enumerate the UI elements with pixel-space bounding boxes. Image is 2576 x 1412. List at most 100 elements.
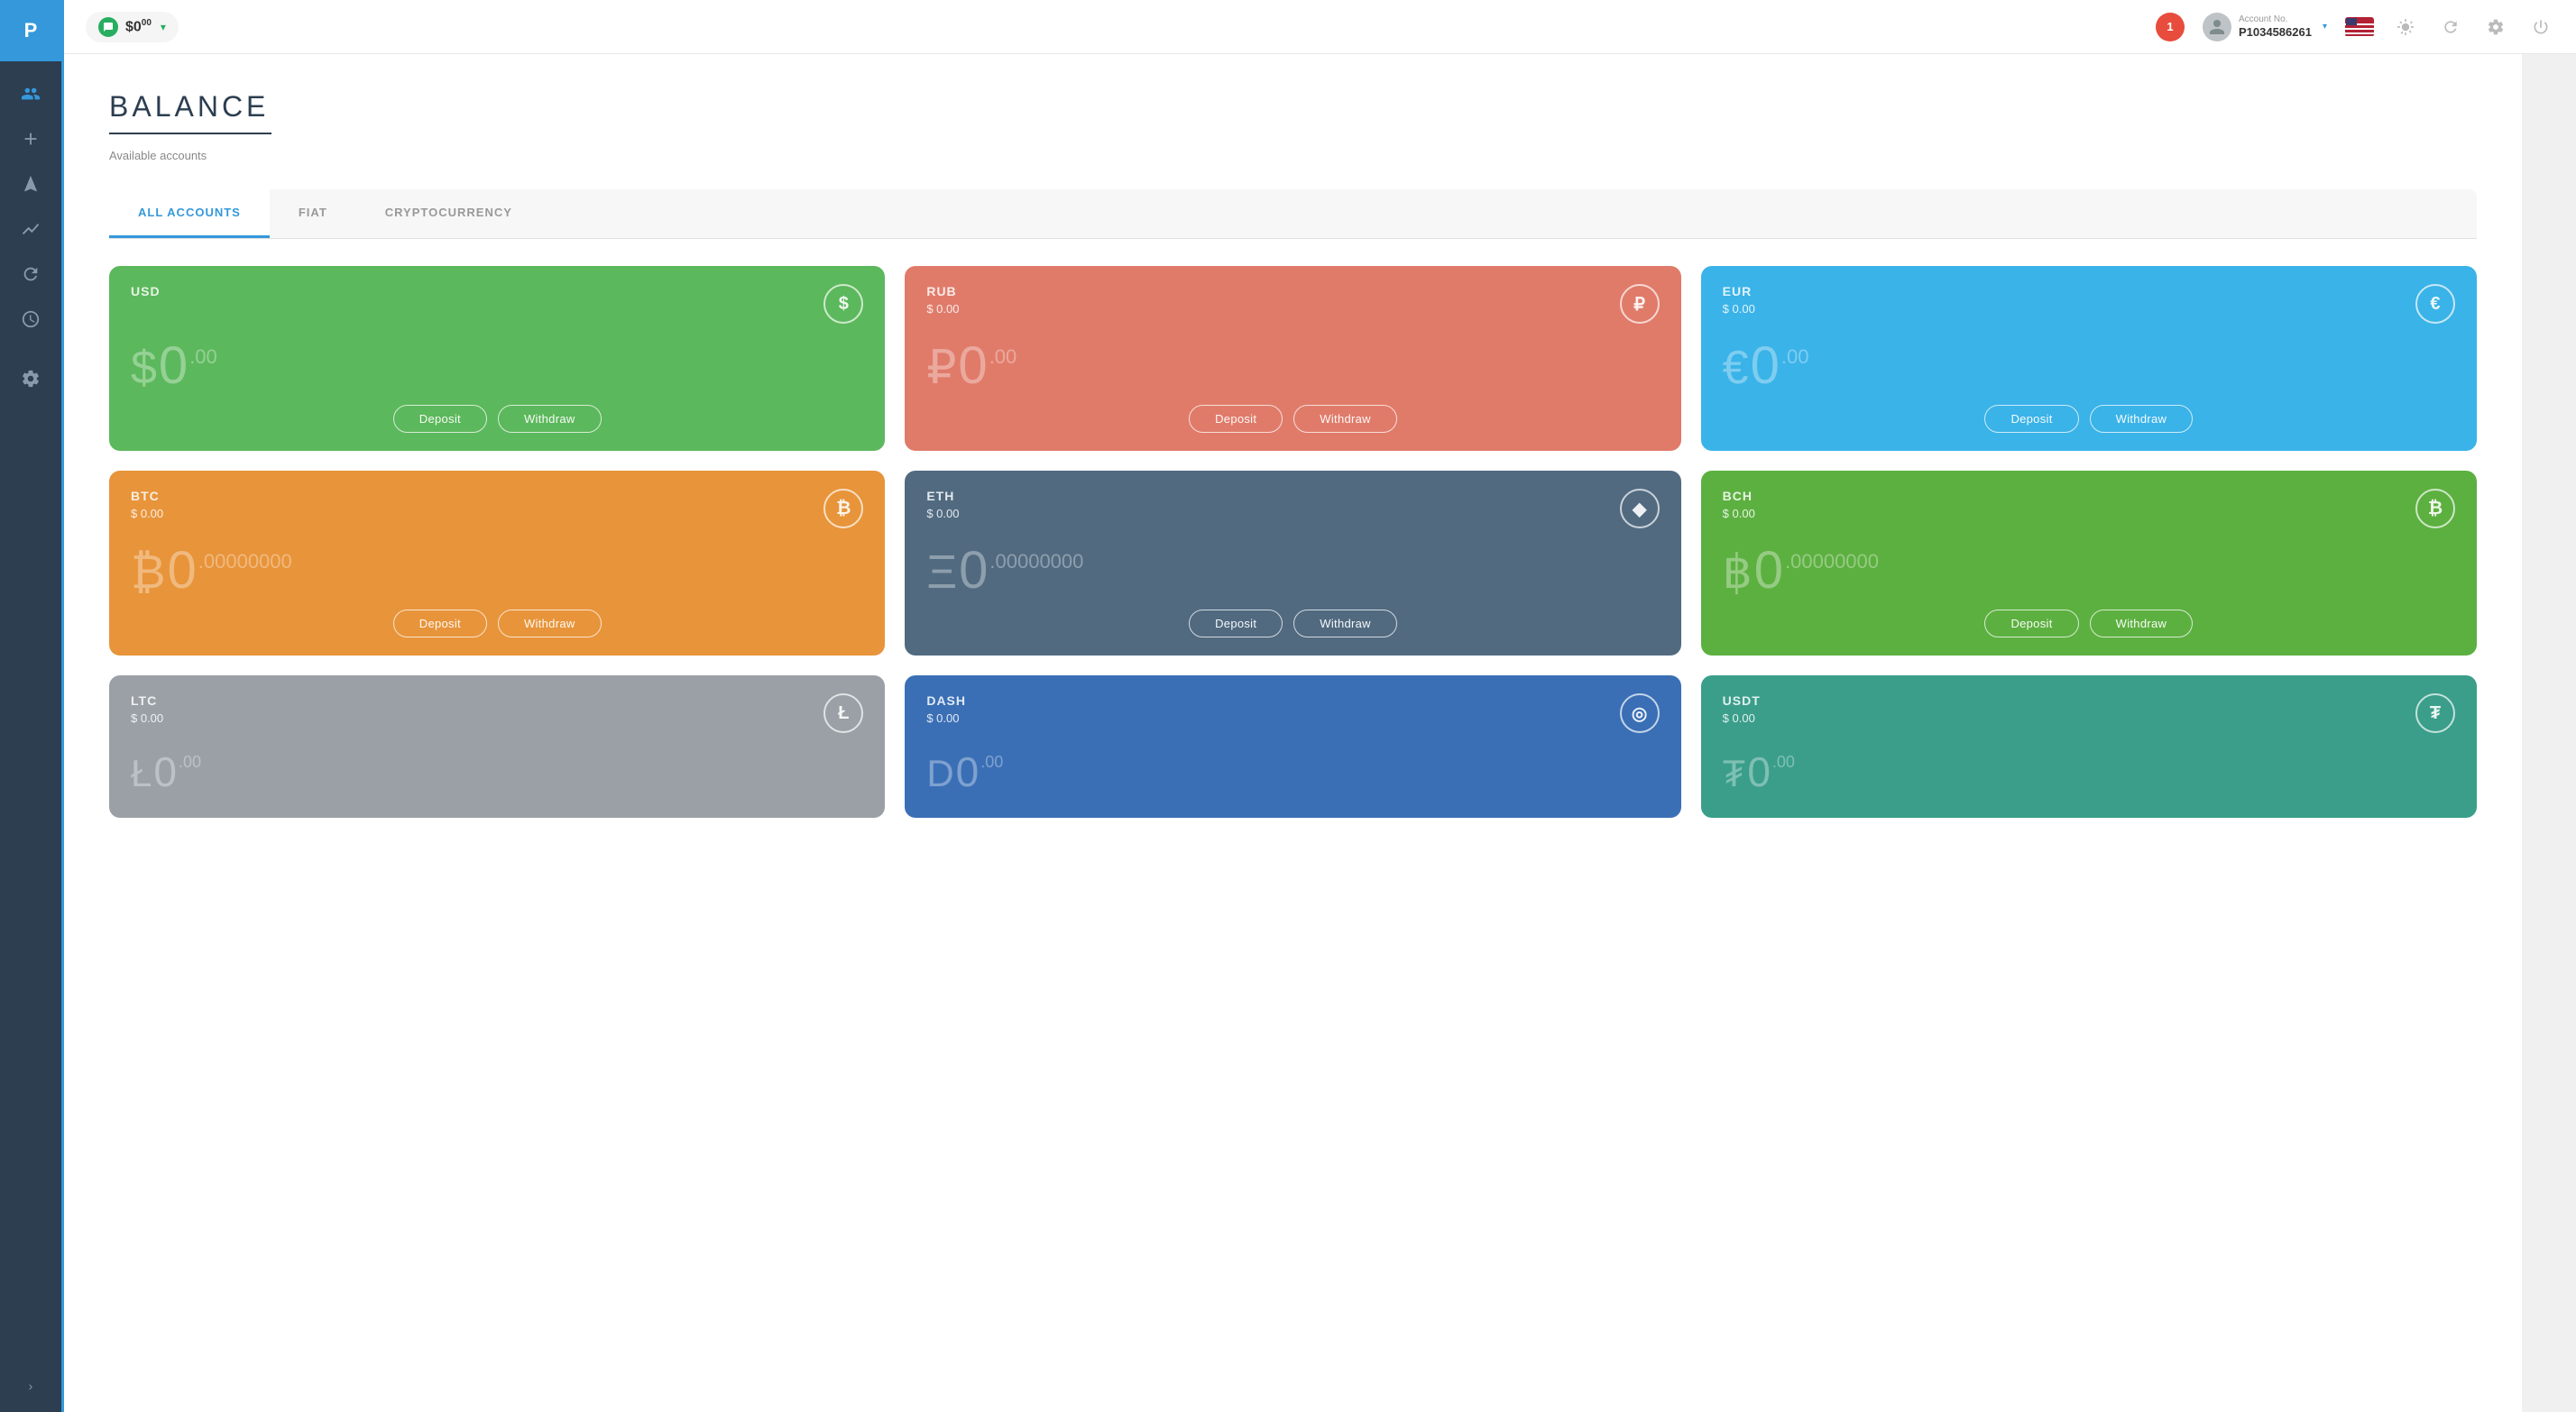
card-currency-label-usdt: USDT $ 0.00: [1723, 693, 1761, 725]
card-icon-usdt: ₮: [2415, 693, 2455, 733]
withdraw-button-usd[interactable]: Withdraw: [498, 405, 602, 433]
sidebar-expand-button[interactable]: ›: [18, 1373, 43, 1398]
balance-chevron: ▾: [161, 21, 166, 33]
withdraw-button-bch[interactable]: Withdraw: [2090, 610, 2194, 637]
deposit-button-eth[interactable]: Deposit: [1189, 610, 1283, 637]
card-eth: ETH $ 0.00 ◆ Ξ 0 .00000000 Deposit Withd…: [905, 471, 1680, 656]
account-info[interactable]: Account No. P1034586261 ▾: [2203, 13, 2327, 41]
account-chevron-icon: ▾: [2323, 22, 2327, 32]
card-actions-eur: Deposit Withdraw: [1723, 405, 2455, 433]
card-currency-label-dash: DASH $ 0.00: [926, 693, 966, 725]
sidebar-item-users[interactable]: [12, 75, 50, 113]
card-balance-eth: Ξ 0 .00000000: [926, 536, 1659, 610]
power-button[interactable]: [2527, 14, 2554, 41]
notification-badge[interactable]: 1: [2156, 13, 2185, 41]
sun-icon: [2397, 18, 2415, 36]
tab-all-accounts[interactable]: ALL ACCOUNTS: [109, 189, 270, 238]
sidebar-item-settings[interactable]: [12, 360, 50, 398]
card-dash: DASH $ 0.00 ◎ D 0 .00: [905, 675, 1680, 818]
content-area: BALANCE Available accounts ALL ACCOUNTS …: [64, 54, 2576, 1412]
card-usdt: USDT $ 0.00 ₮ ₮ 0 .00: [1701, 675, 2477, 818]
deposit-button-bch[interactable]: Deposit: [1984, 610, 2078, 637]
clock-icon: [21, 309, 41, 329]
settings-icon: [2487, 18, 2505, 36]
sidebar-icons-list: [12, 61, 50, 1373]
account-avatar: [2203, 13, 2231, 41]
chat-icon: [103, 22, 114, 32]
sidebar-item-chart[interactable]: [12, 210, 50, 248]
users-icon: [21, 84, 41, 104]
balance-amount: $000: [125, 18, 152, 35]
card-eur: EUR $ 0.00 € € 0 .00 Deposit Withdraw: [1701, 266, 2477, 451]
card-actions-eth: Deposit Withdraw: [926, 610, 1659, 637]
cards-grid: USD $ $ 0 .00 Deposit Withdraw RUB $ 0.0…: [109, 266, 2477, 818]
sidebar-item-navigation[interactable]: [12, 165, 50, 203]
theme-toggle-button[interactable]: [2392, 14, 2419, 41]
card-balance-partial-dash: D 0 .00: [926, 740, 1659, 800]
card-header-eur: EUR $ 0.00 €: [1723, 284, 2455, 324]
card-currency-label-bch: BCH $ 0.00: [1723, 489, 1755, 520]
withdraw-button-eur[interactable]: Withdraw: [2090, 405, 2194, 433]
sidebar-item-clock[interactable]: [12, 300, 50, 338]
navigation-icon: [21, 174, 41, 194]
reload-icon: [2442, 18, 2460, 36]
avatar-icon: [2208, 18, 2226, 36]
card-icon-eth: ◆: [1620, 489, 1660, 528]
card-usd: USD $ $ 0 .00 Deposit Withdraw: [109, 266, 885, 451]
deposit-button-btc[interactable]: Deposit: [393, 610, 487, 637]
card-header-usdt: USDT $ 0.00 ₮: [1723, 693, 2455, 733]
logo-text: P: [24, 19, 38, 42]
card-balance-eur: € 0 .00: [1723, 331, 2455, 405]
card-header-rub: RUB $ 0.00 ₽: [926, 284, 1659, 324]
deposit-button-eur[interactable]: Deposit: [1984, 405, 2078, 433]
account-details: Account No. P1034586261: [2239, 14, 2312, 41]
card-header-btc: BTC $ 0.00 ₿: [131, 489, 863, 528]
card-icon-eur: €: [2415, 284, 2455, 324]
card-btc: BTC $ 0.00 ₿ ₿ 0 .00000000 Deposit Withd…: [109, 471, 885, 656]
card-balance-bch: ฿ 0 .00000000: [1723, 536, 2455, 610]
card-currency-label-eth: ETH $ 0.00: [926, 489, 959, 520]
card-actions-rub: Deposit Withdraw: [926, 405, 1659, 433]
card-icon-bch: ₿: [2415, 489, 2455, 528]
refresh-icon: [21, 264, 41, 284]
right-panel: [2522, 54, 2576, 1412]
card-actions-btc: Deposit Withdraw: [131, 610, 863, 637]
deposit-button-rub[interactable]: Deposit: [1189, 405, 1283, 433]
card-currency-label-usd: USD: [131, 284, 161, 298]
withdraw-button-eth[interactable]: Withdraw: [1293, 610, 1397, 637]
card-balance-partial-usdt: ₮ 0 .00: [1723, 740, 2455, 800]
refresh-button[interactable]: [2437, 14, 2464, 41]
card-header-usd: USD $: [131, 284, 863, 324]
card-currency-label-btc: BTC $ 0.00: [131, 489, 163, 520]
card-currency-label-ltc: LTC $ 0.00: [131, 693, 163, 725]
card-icon-usd: $: [823, 284, 863, 324]
page-title-underline: [109, 133, 271, 134]
card-icon-ltc: Ł: [823, 693, 863, 733]
topbar-right: 1 Account No. P1034586261 ▾: [2156, 13, 2554, 41]
deposit-button-usd[interactable]: Deposit: [393, 405, 487, 433]
card-header-dash: DASH $ 0.00 ◎: [926, 693, 1659, 733]
card-header-eth: ETH $ 0.00 ◆: [926, 489, 1659, 528]
card-balance-rub: ₽ 0 .00: [926, 331, 1659, 405]
content-inner: BALANCE Available accounts ALL ACCOUNTS …: [64, 54, 2522, 1412]
tab-cryptocurrency[interactable]: CRYPTOCURRENCY: [356, 189, 541, 238]
settings-button[interactable]: [2482, 14, 2509, 41]
card-icon-dash: ◎: [1620, 693, 1660, 733]
sidebar-item-refresh[interactable]: [12, 255, 50, 293]
card-header-ltc: LTC $ 0.00 Ł: [131, 693, 863, 733]
sidebar: P ›: [0, 0, 61, 1412]
chart-icon: [21, 219, 41, 239]
withdraw-button-btc[interactable]: Withdraw: [498, 610, 602, 637]
tab-fiat[interactable]: FIAT: [270, 189, 356, 238]
card-currency-label-rub: RUB $ 0.00: [926, 284, 959, 316]
withdraw-button-rub[interactable]: Withdraw: [1293, 405, 1397, 433]
sidebar-item-add[interactable]: [12, 120, 50, 158]
gear-icon: [21, 369, 41, 389]
sidebar-bottom: ›: [18, 1373, 43, 1412]
plus-icon: [21, 129, 41, 149]
sidebar-logo[interactable]: P: [0, 0, 61, 61]
language-flag[interactable]: [2345, 17, 2374, 37]
balance-button[interactable]: $000 ▾: [86, 12, 179, 42]
card-bch: BCH $ 0.00 ₿ ฿ 0 .00000000 Deposit Withd…: [1701, 471, 2477, 656]
card-balance-partial-ltc: Ł 0 .00: [131, 740, 863, 800]
